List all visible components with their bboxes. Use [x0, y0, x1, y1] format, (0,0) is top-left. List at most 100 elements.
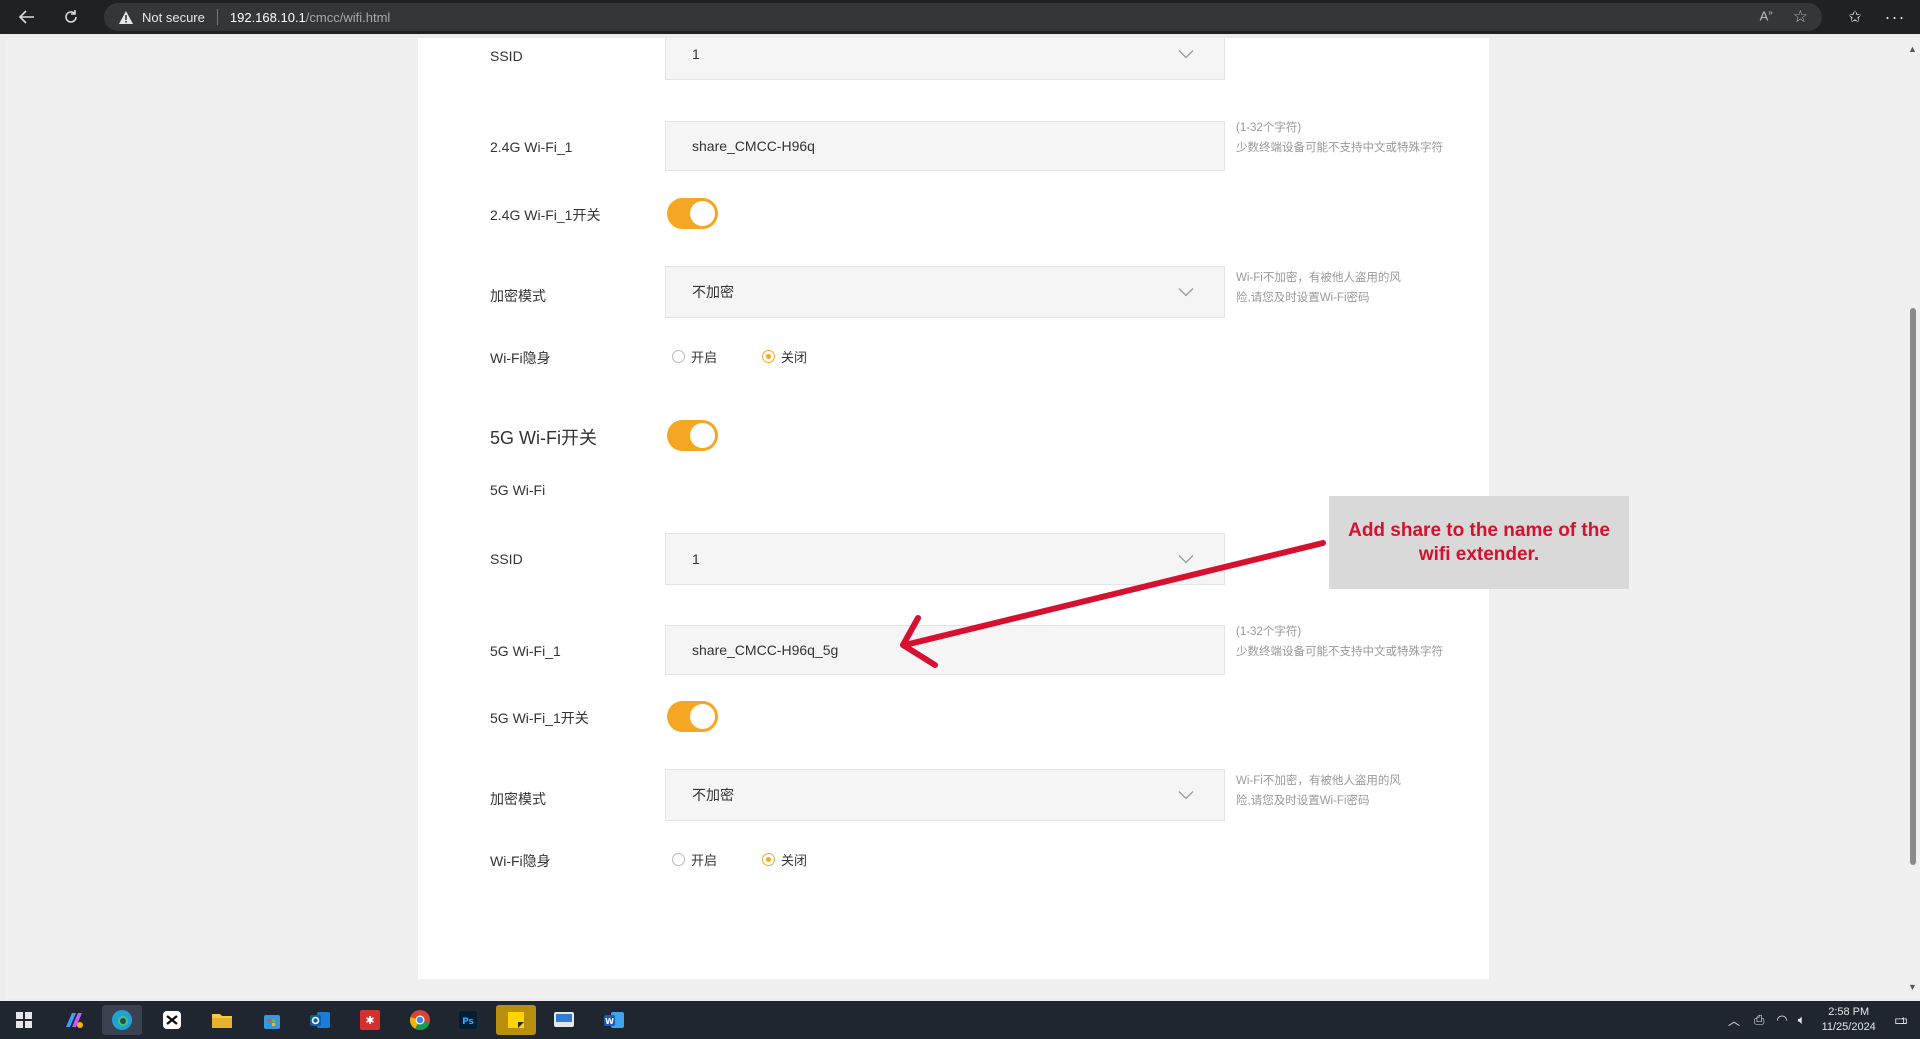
wifi-24-hidden-label: Wi-Fi隐身: [490, 350, 551, 366]
edge-icon[interactable]: [102, 1005, 142, 1035]
wifi-24-encrypt-select[interactable]: 不加密: [665, 266, 1225, 318]
clock-date: 11/25/2024: [1821, 1021, 1876, 1033]
wifi-5-switch-label: 5G Wi-Fi_1开关: [490, 710, 589, 726]
wifi-24-hidden-off-radio[interactable]: 关闭: [762, 347, 807, 366]
word-icon[interactable]: W: [594, 1005, 634, 1035]
wifi-5-switch-toggle[interactable]: [667, 701, 718, 732]
notification-icon[interactable]: ▭ 1: [1894, 1011, 1908, 1029]
chevron-down-icon: [1178, 555, 1194, 564]
wifi-24-encrypt-label: 加密模式: [490, 288, 546, 304]
radio-label: 开启: [691, 350, 718, 365]
wifi-5-section-label: 5G Wi-Fi: [490, 482, 546, 498]
chevron-up-icon[interactable]: ︿: [1728, 1012, 1740, 1029]
ssid-5-value: 1: [692, 551, 700, 567]
hint-line: (1-32个字符): [1236, 626, 1302, 638]
radio-dot-selected: [762, 350, 775, 363]
clock-time: 2:58 PM: [1828, 1006, 1870, 1018]
wifi-5-name-input[interactable]: share_CMCC-H96q_5g: [665, 625, 1225, 675]
warning-icon[interactable]: [118, 10, 134, 25]
wifi-24-encrypt-value: 不加密: [692, 284, 734, 300]
wifi-24-encrypt-hint: Wi-Fi不加密，有被他人盗用的风 险,请您及时设置Wi-Fi密码: [1236, 268, 1466, 308]
radio-label: 关闭: [781, 853, 808, 868]
favorites-icon[interactable]: ✩: [1844, 6, 1866, 28]
system-tray: ︿ ⎙ ◠ 🔈︎ 2:58 PM 11/25/2024 ▭ 1: [1728, 1001, 1920, 1039]
wifi-24-switch-label: 2.4G Wi-Fi_1开关: [490, 207, 601, 223]
radio-dot: [672, 350, 685, 363]
outlook-icon[interactable]: [300, 1005, 340, 1035]
chevron-down-icon: [1178, 288, 1194, 297]
wifi-5-master-label: 5G Wi-Fi开关: [490, 428, 597, 448]
address-bar[interactable]: Not secure 192.168.10.1/cmcc/wifi.html A…: [104, 3, 1822, 31]
read-aloud-icon[interactable]: A»: [1760, 8, 1773, 25]
radio-label: 关闭: [781, 350, 808, 365]
windows-start-icon[interactable]: [4, 1005, 44, 1035]
wifi-5-encrypt-select[interactable]: 不加密: [665, 769, 1225, 821]
ssid-5-label: SSID: [490, 551, 523, 567]
chevron-down-icon: [1178, 50, 1194, 59]
svg-text:Ps: Ps: [462, 1017, 474, 1027]
refresh-icon: [65, 10, 77, 23]
hint-line: Wi-Fi不加密，有被他人盗用的风: [1236, 775, 1401, 787]
wifi-5-master-toggle[interactable]: [667, 420, 718, 451]
svg-text:✱: ✱: [365, 1014, 374, 1027]
toggle-knob: [690, 423, 715, 448]
notification-count: 1: [1900, 1016, 1906, 1026]
hint-line: 少数终端设备可能不支持中文或特殊字符: [1236, 646, 1443, 658]
red-app-icon[interactable]: ✱: [350, 1005, 390, 1035]
ssid-24-label: SSID: [490, 48, 523, 64]
chevron-down-icon: [1178, 791, 1194, 800]
hint-line: Wi-Fi不加密，有被他人盗用的风: [1236, 272, 1401, 284]
radio-dot: [672, 853, 685, 866]
ssid-5-select[interactable]: 1: [665, 533, 1225, 585]
annotation-callout: Add share to the name of the wifi extend…: [1329, 496, 1629, 589]
wifi-5-encrypt-value: 不加密: [692, 787, 734, 803]
microsoft-store-icon[interactable]: [252, 1005, 292, 1035]
scroll-up-icon[interactable]: ▲: [1908, 44, 1917, 54]
wifi-icon[interactable]: ◠: [1776, 1012, 1787, 1028]
more-menu-icon[interactable]: ···: [1884, 6, 1906, 28]
hint-line: 少数终端设备可能不支持中文或特殊字符: [1236, 142, 1443, 154]
windows-taskbar: ✱ Ps W ︿ ⎙ ◠ 🔈︎ 2:58 PM 11/25/2024 ▭ 1: [0, 1001, 1920, 1039]
sticky-notes-icon[interactable]: [496, 1005, 536, 1035]
wifi-5-encrypt-hint: Wi-Fi不加密，有被他人盗用的风 险,请您及时设置Wi-Fi密码: [1236, 771, 1466, 811]
file-explorer-icon[interactable]: [202, 1005, 242, 1035]
scroll-down-icon[interactable]: ▼: [1908, 982, 1917, 992]
meet-now-icon[interactable]: ⎙: [1754, 1012, 1764, 1028]
radio-label: 开启: [691, 853, 718, 868]
wifi-24-name-label: 2.4G Wi-Fi_1: [490, 139, 573, 155]
favorite-star-icon[interactable]: ☆: [1793, 8, 1808, 25]
ssid-24-select[interactable]: 1: [665, 38, 1225, 80]
snipping-tool-icon[interactable]: [544, 1005, 584, 1035]
wifi-5-name-label: 5G Wi-Fi_1: [490, 643, 561, 659]
ssid-24-value: 1: [692, 46, 700, 62]
security-label[interactable]: Not secure: [142, 10, 205, 25]
url-path: /cmcc/wifi.html: [305, 9, 391, 25]
toggle-knob: [690, 704, 715, 729]
browser-toolbar: Not secure 192.168.10.1/cmcc/wifi.html A…: [0, 0, 1920, 34]
chrome-icon[interactable]: [400, 1005, 440, 1035]
url-host: 192.168.10.1: [229, 9, 306, 25]
wifi-24-switch-toggle[interactable]: [667, 198, 718, 229]
wifi-5-name-value: share_CMCC-H96q_5g: [692, 642, 839, 658]
wifi-24-name-value: share_CMCC-H96q: [692, 138, 815, 154]
back-arrow-icon: [18, 10, 34, 24]
wifi-5-hidden-off-radio[interactable]: 关闭: [762, 850, 807, 869]
wifi-24-name-input[interactable]: share_CMCC-H96q: [665, 121, 1225, 171]
address-separator: [216, 9, 218, 25]
copilot-icon[interactable]: [54, 1005, 94, 1035]
toggle-knob: [690, 201, 715, 226]
page-scrollbar[interactable]: ▲ ▼: [1905, 38, 1920, 999]
wifi-5-encrypt-label: 加密模式: [490, 791, 546, 807]
photoshop-icon[interactable]: Ps: [448, 1005, 488, 1035]
volume-icon[interactable]: 🔈︎: [1798, 1012, 1806, 1028]
radio-dot-selected: [762, 853, 775, 866]
wifi-24-hidden-on-radio[interactable]: 开启: [672, 347, 717, 366]
hint-line: (1-32个字符): [1236, 122, 1302, 134]
refresh-button[interactable]: [54, 0, 88, 34]
hint-line: 险,请您及时设置Wi-Fi密码: [1236, 292, 1370, 304]
back-button[interactable]: [10, 0, 44, 34]
taskbar-clock[interactable]: 2:58 PM 11/25/2024: [1822, 1005, 1876, 1035]
capcut-icon[interactable]: [152, 1005, 192, 1035]
wifi-5-hidden-on-radio[interactable]: 开启: [672, 850, 717, 869]
scroll-thumb[interactable]: [1910, 308, 1916, 865]
